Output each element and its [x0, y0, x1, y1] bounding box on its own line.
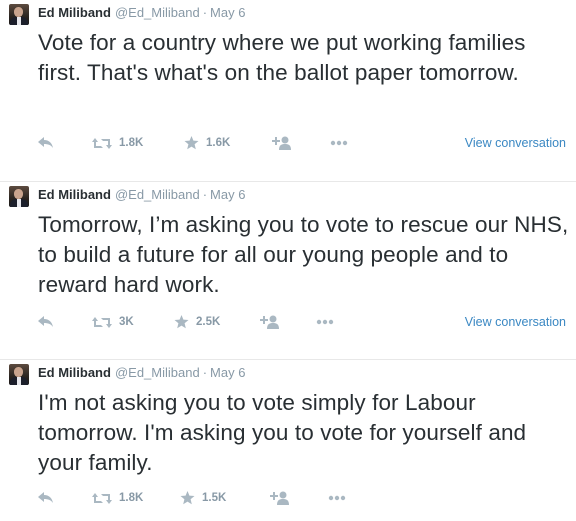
author-name[interactable]: Ed Miliband	[38, 187, 111, 202]
tweet-actions: 1.8K 1.6K View conversation	[0, 133, 576, 153]
view-conversation-link[interactable]: View conversation	[465, 312, 566, 332]
reply-button[interactable]	[38, 312, 54, 332]
retweet-button[interactable]: 1.8K	[92, 133, 143, 153]
retweet-button[interactable]: 1.8K	[92, 488, 143, 508]
favorite-button[interactable]: 1.5K	[180, 488, 226, 508]
retweet-icon	[92, 137, 112, 149]
star-icon	[180, 491, 195, 505]
separator: ·	[202, 187, 208, 202]
avatar[interactable]	[9, 186, 29, 207]
follow-button[interactable]	[270, 488, 290, 508]
retweet-icon	[92, 316, 112, 328]
favorite-button[interactable]: 1.6K	[184, 133, 230, 153]
tweet-date[interactable]: May 6	[210, 365, 245, 380]
more-button[interactable]	[328, 488, 346, 508]
star-icon	[174, 315, 189, 329]
reply-button[interactable]	[38, 133, 54, 153]
tweet-text: Vote for a country where we put working …	[38, 30, 526, 85]
author-name[interactable]: Ed Miliband	[38, 5, 111, 20]
retweet-icon	[92, 492, 112, 504]
more-icon	[328, 495, 346, 501]
view-conversation-link[interactable]: View conversation	[465, 133, 566, 153]
tweet-actions: 3K 2.5K View conversation	[0, 312, 576, 332]
follow-button[interactable]	[260, 312, 280, 332]
more-button[interactable]	[316, 312, 334, 332]
tweet-text: Tomorrow, I’m asking you to vote to resc…	[38, 212, 569, 297]
tweet: Ed Miliband @Ed_Miliband · May 6 Tomorrow, …	[0, 181, 576, 354]
tweet-header: Ed Miliband @Ed_Miliband · May 6	[38, 186, 245, 204]
reply-button[interactable]	[38, 488, 54, 508]
tweet: Ed Miliband @Ed_Miliband · May 6 Vote for a…	[0, 0, 576, 176]
author-name[interactable]: Ed Miliband	[38, 365, 111, 380]
separator: ·	[202, 365, 208, 380]
retweet-count: 3K	[119, 316, 134, 328]
follow-icon	[270, 491, 289, 505]
follow-icon	[272, 136, 291, 150]
tweet-header: Ed Miliband @Ed_Miliband · May 6	[38, 4, 245, 22]
reply-icon	[38, 492, 53, 503]
tweet-text: I'm not asking you to vote simply for La…	[38, 390, 527, 475]
author-handle[interactable]: @Ed_Miliband	[115, 365, 200, 380]
tweet-date[interactable]: May 6	[210, 187, 245, 202]
favorite-button[interactable]: 2.5K	[174, 312, 220, 332]
avatar[interactable]	[9, 4, 29, 25]
reply-icon	[38, 316, 53, 327]
avatar[interactable]	[9, 364, 29, 385]
tweet: Ed Miliband @Ed_Miliband · May 6 I'm not as…	[0, 359, 576, 521]
more-icon	[316, 319, 334, 325]
follow-button[interactable]	[272, 133, 292, 153]
favorite-count: 1.6K	[206, 137, 231, 149]
reply-icon	[38, 137, 53, 148]
more-icon	[330, 140, 348, 146]
tweet-header: Ed Miliband @Ed_Miliband · May 6	[38, 364, 245, 382]
tweet-date[interactable]: May 6	[210, 5, 245, 20]
tweet-actions: 1.8K 1.5K	[0, 488, 576, 508]
author-handle[interactable]: @Ed_Miliband	[115, 187, 200, 202]
retweet-count: 1.8K	[119, 137, 144, 149]
more-button[interactable]	[330, 133, 348, 153]
favorite-count: 1.5K	[202, 492, 227, 504]
author-handle[interactable]: @Ed_Miliband	[115, 5, 200, 20]
favorite-count: 2.5K	[196, 316, 221, 328]
retweet-count: 1.8K	[119, 492, 144, 504]
follow-icon	[260, 315, 279, 329]
separator: ·	[202, 5, 208, 20]
star-icon	[184, 136, 199, 150]
retweet-button[interactable]: 3K	[92, 312, 134, 332]
